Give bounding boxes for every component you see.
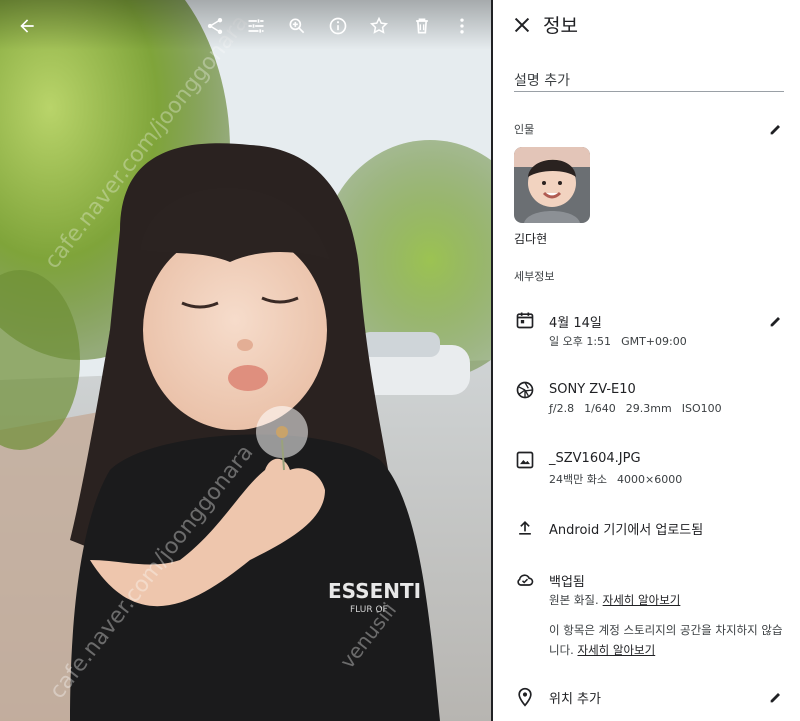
trash-icon — [416, 18, 428, 34]
camera-model: SONY ZV-E10 — [549, 382, 636, 397]
file-info: 24백만 화소 4000×6000 — [549, 471, 692, 487]
aperture-value: ƒ/2.8 — [549, 402, 575, 415]
storage-note: 이 항목은 계정 스토리지의 공간을 차지하지 않습니다. 자세히 알아보기 — [549, 620, 785, 660]
pencil-icon — [770, 317, 780, 327]
location-pin-icon — [518, 687, 532, 707]
close-button[interactable] — [511, 14, 533, 36]
shutter-value: 1/640 — [584, 402, 616, 415]
upload-icon — [519, 520, 531, 535]
person-name: 김다현 — [514, 232, 548, 246]
back-button[interactable] — [14, 13, 40, 39]
focal-length-value: 29.3mm — [625, 402, 672, 415]
more-options-button[interactable] — [449, 13, 475, 39]
edit-button[interactable] — [243, 13, 269, 39]
more-vert-icon — [460, 18, 464, 34]
arrow-back-icon — [20, 19, 34, 33]
pencil-icon — [770, 125, 780, 135]
camera-settings: ƒ/2.8 1/640 29.3mm ISO100 — [549, 402, 732, 415]
pencil-icon — [770, 693, 780, 703]
photo-viewer[interactable]: ESSENTI FLUR OF cafe.naver.com/joonggona… — [0, 0, 491, 721]
panel-title: 정보 — [543, 15, 578, 37]
date-text: 4월 14일 — [549, 316, 602, 331]
camera-aperture-icon — [516, 381, 534, 399]
image-icon — [516, 451, 534, 469]
storage-learn-more-link[interactable]: 자세히 알아보기 — [577, 643, 655, 657]
avatar — [514, 147, 590, 223]
time-value: 일 오후 1:51 — [549, 335, 612, 348]
edit-people-button[interactable] — [768, 121, 784, 137]
zoom-in-icon — [289, 18, 305, 34]
shirt-text: ESSENTI — [328, 579, 421, 603]
add-location[interactable]: 위치 추가 — [549, 688, 601, 707]
megapixels-value: 24백만 화소 — [549, 473, 607, 486]
info-icon — [329, 17, 347, 35]
file-name: _SZV1604.JPG — [549, 451, 641, 466]
backup-quality-line: 원본 화질. 자세히 알아보기 — [549, 592, 690, 608]
favorite-button[interactable] — [366, 13, 392, 39]
resolution-value: 4000×6000 — [616, 473, 683, 486]
backup-quality: 원본 화질. — [549, 593, 599, 607]
backup-status: 백업됨 — [549, 575, 585, 590]
cloud-done-icon — [517, 574, 534, 586]
edit-location-button[interactable] — [768, 689, 784, 705]
iso-value: ISO100 — [681, 402, 722, 415]
time-text: 일 오후 1:51 GMT+09:00 — [549, 333, 697, 349]
upload-source: Android 기기에서 업로드됨 — [549, 523, 704, 538]
details-section-label: 세부정보 — [514, 270, 555, 283]
edit-date-button[interactable] — [768, 313, 784, 329]
photo-toolbar — [0, 0, 491, 50]
timezone-value: GMT+09:00 — [621, 335, 687, 348]
zoom-button[interactable] — [284, 13, 310, 39]
star-icon — [369, 16, 389, 34]
photo-image: ESSENTI FLUR OF cafe.naver.com/joonggona… — [0, 0, 491, 721]
description-field[interactable]: 설명 추가 — [514, 68, 784, 92]
calendar-icon — [516, 312, 534, 329]
edit-tune-icon — [248, 19, 264, 33]
people-section-label: 인물 — [514, 123, 535, 136]
share-button[interactable] — [202, 13, 228, 39]
learn-more-link[interactable]: 자세히 알아보기 — [603, 593, 681, 607]
info-button[interactable] — [325, 13, 351, 39]
info-panel: 정보 설명 추가 인물 김다현 세부정보 4월 14일 일 오후 1:51 GMT… — [493, 0, 800, 721]
share-icon — [207, 18, 223, 34]
delete-button[interactable] — [409, 13, 435, 39]
close-icon — [514, 17, 530, 33]
person-face-thumbnail[interactable] — [514, 147, 590, 223]
